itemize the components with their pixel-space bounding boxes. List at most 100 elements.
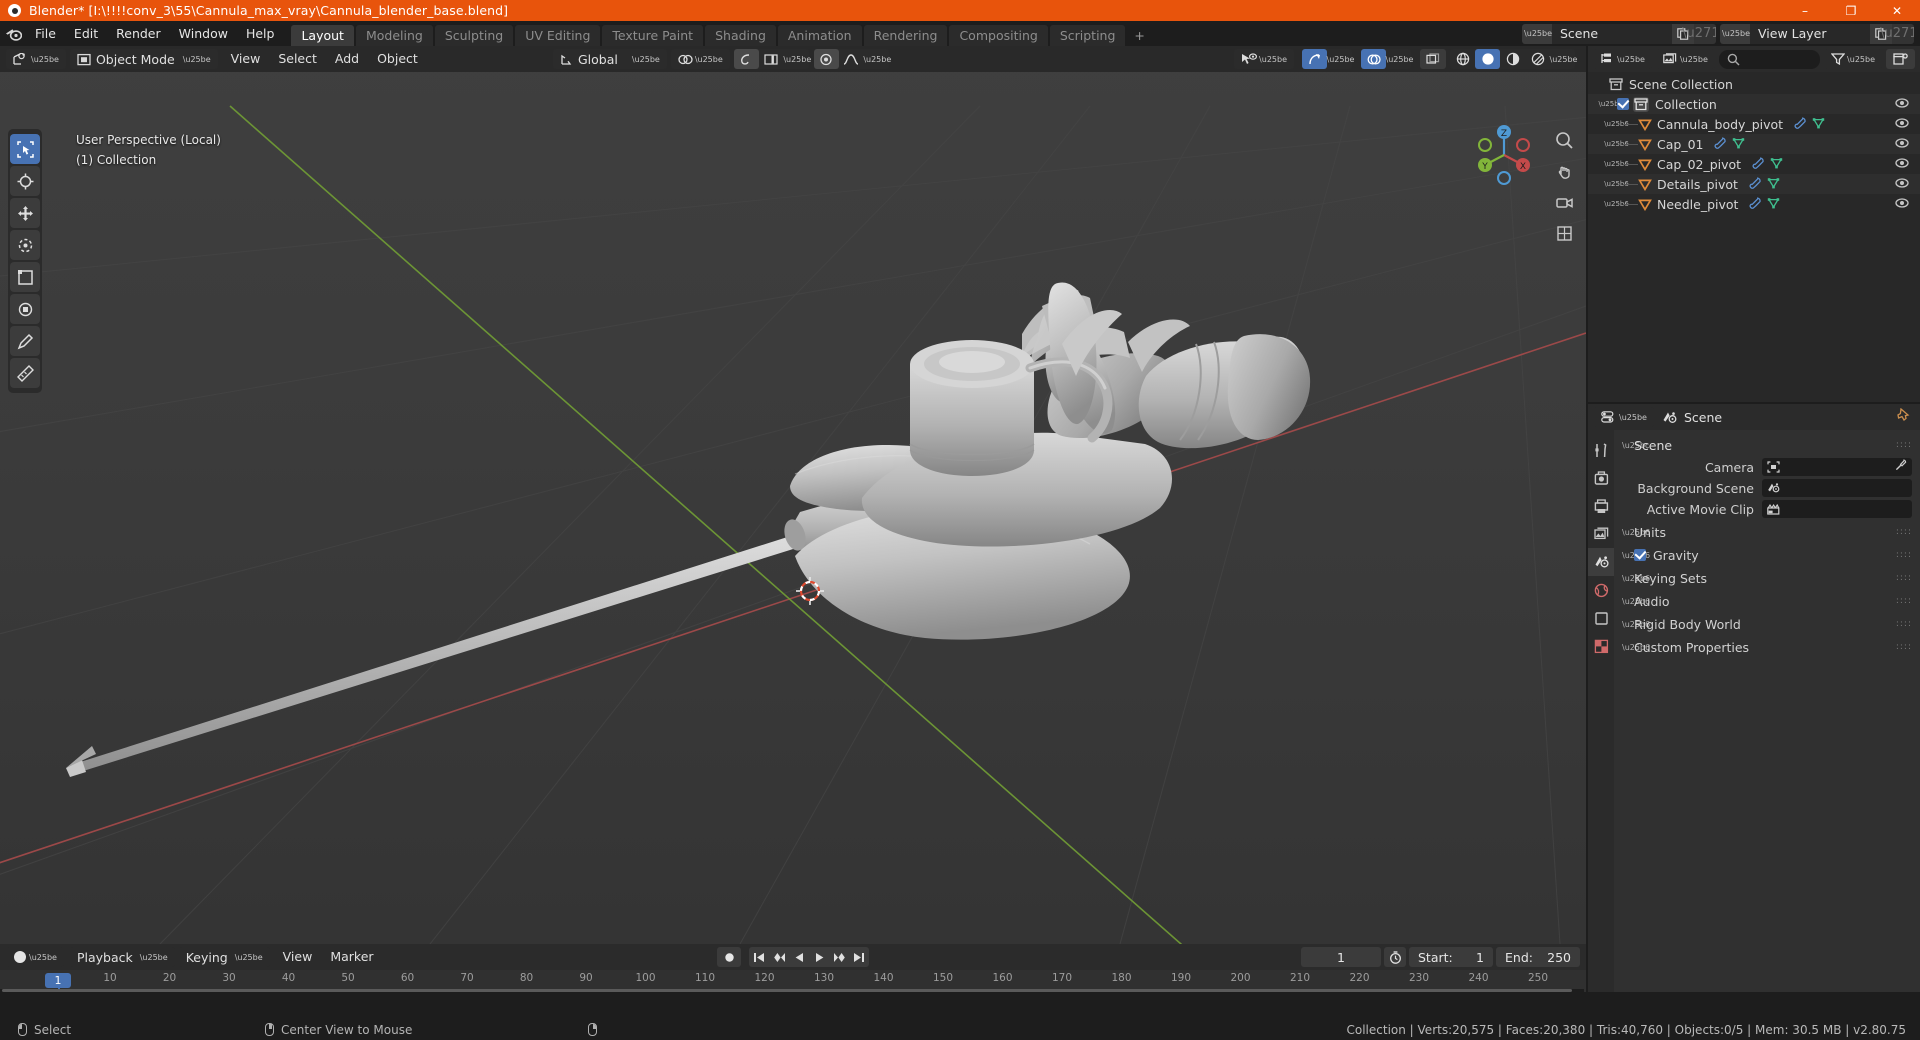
subpanel-custom-properties[interactable]: \u25b6 Custom Properties :::: [1614, 637, 1920, 657]
maximize-button[interactable]: ❐ [1828, 0, 1874, 21]
tab-render[interactable] [1588, 464, 1614, 492]
panel-drag-handle[interactable]: :::: [1896, 527, 1912, 537]
tool-select-box[interactable] [10, 134, 40, 164]
menu-window[interactable]: Window [170, 24, 237, 43]
tab-view-layer[interactable] [1588, 520, 1614, 548]
outliner-row-object[interactable]: \u25b6 Cannula_body_pivot [1588, 114, 1920, 134]
timeline-editor-type-selector[interactable]: \u25be [6, 947, 64, 967]
outliner-row-scene-collection[interactable]: Scene Collection [1588, 74, 1920, 94]
menu-help[interactable]: Help [237, 24, 284, 43]
new-collection-button[interactable] [1886, 49, 1915, 69]
auto-keying-icon[interactable] [1384, 947, 1406, 967]
proportional-falloff-toggle[interactable] [813, 49, 839, 69]
solid-shading-button[interactable] [1475, 49, 1500, 69]
overlays-group[interactable]: \u25be [1361, 49, 1414, 69]
tool-cursor[interactable] [10, 166, 40, 196]
next-keyframe-button[interactable] [829, 947, 849, 967]
rendered-shading-button[interactable] [1525, 49, 1550, 69]
overlays-dropdown[interactable]: \u25be [1386, 49, 1414, 69]
editor-type-selector[interactable]: \u25be [6, 49, 66, 69]
jump-to-start-button[interactable] [749, 947, 769, 967]
falloff-dropdown[interactable]: \u25be [863, 49, 891, 69]
scene-name[interactable]: Scene [1552, 23, 1672, 44]
tool-transform[interactable] [10, 294, 40, 324]
panel-disclosure-icon[interactable]: \u25b6 [1622, 528, 1650, 537]
mesh-data-icon[interactable] [1812, 117, 1825, 132]
outliner-row-object[interactable]: \u25b6 Needle_pivot [1588, 194, 1920, 214]
play-button[interactable] [809, 947, 829, 967]
modifier-wrench-icon[interactable] [1748, 196, 1762, 212]
panel-drag-handle[interactable]: :::: [1896, 440, 1912, 450]
snap-increment-icon[interactable] [759, 49, 784, 69]
modifier-wrench-icon[interactable] [1751, 156, 1764, 172]
disclosure-triangle-icon[interactable]: \u25b6 [1604, 118, 1629, 131]
tool-move[interactable] [10, 198, 40, 228]
viewport-menu-select[interactable]: Select [269, 49, 326, 69]
eye-icon[interactable] [1895, 137, 1909, 152]
panel-disclosure-icon[interactable]: \u25b6 [1622, 551, 1650, 560]
show-gizmo-toggle[interactable] [1302, 49, 1327, 69]
tool-annotate[interactable] [10, 326, 40, 356]
keying-menu[interactable]: Keying \u25be [178, 947, 270, 967]
snap-magnet-selector[interactable]: \u25be [670, 49, 730, 69]
outliner-editor[interactable]: \u25be \u25be \u25be Scene Collection \u… [1588, 46, 1920, 402]
gizmo-dropdown[interactable]: \u25be [1327, 49, 1355, 69]
timeline-menu-view[interactable]: View [274, 947, 322, 967]
subpanel-keying-sets[interactable]: \u25b6 Keying Sets :::: [1614, 568, 1920, 588]
eye-icon[interactable] [1895, 177, 1909, 192]
tab-world[interactable] [1588, 576, 1614, 604]
toggle-ortho-icon[interactable] [1555, 224, 1574, 247]
current-frame-field[interactable]: 1 [1301, 947, 1381, 967]
outliner-search-input[interactable] [1718, 49, 1821, 69]
playback-menu[interactable]: Playback \u25be [69, 947, 175, 967]
gizmo-group[interactable]: \u25be [1302, 49, 1355, 69]
collection-checkbox[interactable] [1617, 98, 1629, 110]
camera-field[interactable] [1762, 458, 1912, 476]
panel-drag-handle[interactable]: :::: [1896, 550, 1912, 560]
mesh-data-icon[interactable] [1767, 197, 1780, 212]
menu-render[interactable]: Render [107, 24, 170, 43]
timeline-playhead[interactable]: 1 [0, 970, 71, 988]
tool-rotate[interactable] [10, 230, 40, 260]
menu-file[interactable]: File [26, 24, 65, 43]
tab-animation[interactable]: Animation [777, 25, 862, 46]
outliner-editor-type-selector[interactable]: \u25be [1593, 49, 1652, 69]
minimize-button[interactable]: – [1782, 0, 1828, 21]
mesh-data-icon[interactable] [1732, 137, 1745, 152]
eye-icon[interactable] [1895, 97, 1909, 112]
modifier-wrench-icon[interactable] [1713, 136, 1727, 152]
eyedropper-icon[interactable] [1895, 459, 1907, 475]
start-frame-field[interactable]: Start: 1 [1409, 947, 1493, 967]
proportional-edit-toggle[interactable] [733, 49, 759, 69]
wireframe-shading-button[interactable] [1450, 49, 1475, 69]
disclosure-triangle-icon[interactable]: \u25bc [1599, 98, 1623, 111]
eye-icon[interactable] [1895, 157, 1909, 172]
timeline-scrollbar-thumb[interactable] [2, 989, 1572, 992]
tab-layout[interactable]: Layout [291, 25, 354, 46]
view-layer-selector[interactable]: \u25be View Layer \u2715 [1720, 23, 1914, 44]
navigation-gizmo[interactable]: Z X Y [1470, 121, 1538, 189]
timeline-editor[interactable]: \u25be Playback \u25be Keying \u25be Vie… [0, 944, 1586, 992]
menu-edit[interactable]: Edit [65, 24, 107, 43]
outliner-row-collection[interactable]: \u25bc Collection [1588, 94, 1920, 114]
jump-to-end-button[interactable] [849, 947, 869, 967]
outliner-filter-button[interactable]: \u25be [1824, 49, 1882, 69]
transform-orientation-selector[interactable]: Global \u25be [553, 49, 667, 69]
outliner-row-object[interactable]: \u25b6 Cap_02_pivot [1588, 154, 1920, 174]
shading-modes[interactable]: \u25be [1450, 49, 1578, 69]
snap-dropdown[interactable]: \u25be [783, 49, 811, 69]
disclosure-triangle-icon[interactable]: \u25b6 [1604, 138, 1629, 151]
tab-texture-paint[interactable]: Texture Paint [602, 25, 704, 46]
tool-measure[interactable] [10, 358, 40, 388]
tab-scene[interactable] [1588, 548, 1614, 576]
disclosure-triangle-icon[interactable]: \u25b6 [1604, 158, 1629, 171]
tab-scripting[interactable]: Scripting [1049, 25, 1126, 46]
outliner-display-mode-selector[interactable]: \u25be [1655, 49, 1715, 69]
falloff-curve-icon[interactable] [839, 49, 864, 69]
shading-dropdown[interactable]: \u25be [1550, 49, 1578, 69]
outliner-row-object[interactable]: \u25b6 Cap_01 [1588, 134, 1920, 154]
tab-shading[interactable]: Shading [705, 25, 776, 46]
panel-disclosure-icon[interactable]: \u25bc [1622, 441, 1649, 450]
subpanel-gravity[interactable]: \u25b6 Gravity :::: [1614, 545, 1920, 565]
subpanel-rigid-body-world[interactable]: \u25b6 Rigid Body World :::: [1614, 614, 1920, 634]
